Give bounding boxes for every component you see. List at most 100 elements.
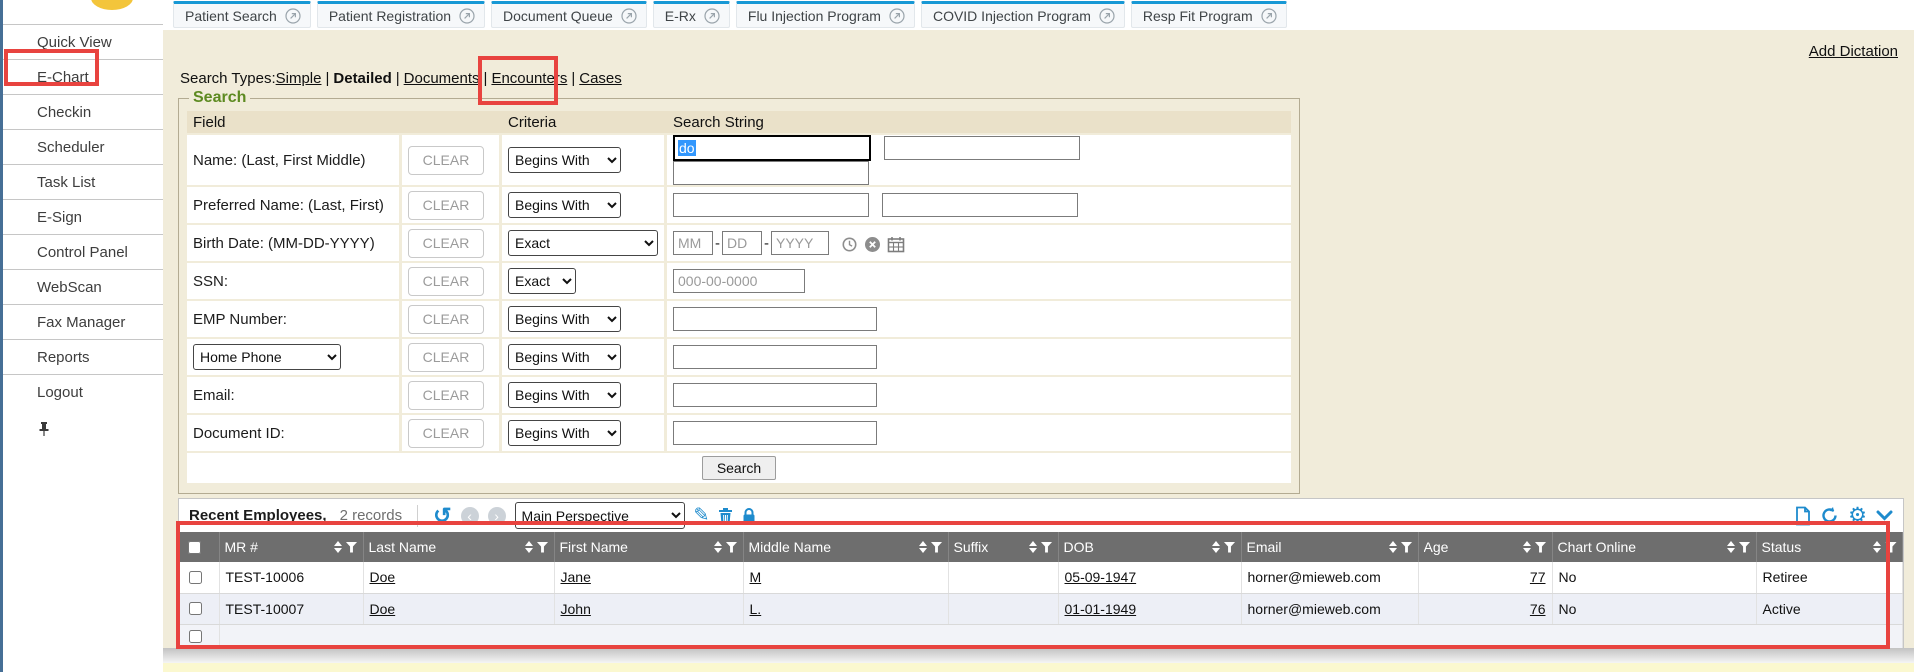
age-link[interactable]: 77 — [1530, 569, 1546, 585]
tab-resp-fit-program[interactable]: Resp Fit Program — [1131, 1, 1287, 28]
column-header-suffix[interactable]: Suffix — [948, 532, 1058, 562]
sidebar-item-e-chart[interactable]: E-Chart — [3, 59, 163, 94]
search-type-detailed[interactable]: Detailed — [333, 70, 391, 87]
popout-icon[interactable] — [621, 8, 637, 24]
clear-button-name[interactable]: CLEAR — [408, 146, 484, 175]
popout-icon[interactable] — [1261, 8, 1277, 24]
birth-year-input[interactable] — [771, 231, 829, 255]
popout-icon[interactable] — [704, 8, 720, 24]
page-previous-icon[interactable]: ‹ — [461, 507, 479, 525]
lock-icon[interactable] — [742, 507, 756, 524]
sidebar-item-quick-view[interactable]: Quick View — [3, 24, 163, 59]
name-search-input-focused[interactable]: do — [673, 135, 871, 161]
delete-perspective-icon[interactable] — [718, 507, 733, 525]
sort-icon[interactable] — [1212, 541, 1220, 553]
first-name-link[interactable]: John — [561, 601, 591, 617]
column-header-dob[interactable]: DOB — [1058, 532, 1241, 562]
sort-icon[interactable] — [1389, 541, 1397, 553]
search-type-encounters[interactable]: Encounters — [491, 70, 567, 87]
criteria-select-emp-number[interactable]: Begins With — [508, 306, 621, 332]
sidebar-pin-toggle[interactable] — [3, 409, 163, 437]
filter-icon[interactable] — [1224, 542, 1236, 553]
clear-button-document-id[interactable]: CLEAR — [408, 419, 484, 448]
search-type-cases[interactable]: Cases — [579, 70, 622, 87]
sidebar-item-task-list[interactable]: Task List — [3, 164, 163, 199]
filter-icon[interactable] — [726, 542, 738, 553]
dob-link[interactable]: 01-01-1949 — [1065, 601, 1137, 617]
middle-name-link[interactable]: L. — [750, 601, 762, 617]
popout-icon[interactable] — [1099, 8, 1115, 24]
calendar-icon[interactable] — [887, 236, 905, 253]
column-header-email[interactable]: Email — [1241, 532, 1418, 562]
filter-icon[interactable] — [1885, 542, 1897, 553]
collapse-chevron-icon[interactable] — [1876, 510, 1893, 521]
filter-icon[interactable] — [1401, 542, 1413, 553]
popout-icon[interactable] — [889, 8, 905, 24]
page-next-icon[interactable]: › — [488, 507, 506, 525]
clear-button-preferred[interactable]: CLEAR — [408, 191, 484, 220]
birth-day-input[interactable] — [722, 231, 762, 255]
age-link[interactable]: 76 — [1530, 601, 1546, 617]
perspective-select[interactable]: Main Perspective — [515, 502, 685, 529]
popout-icon[interactable] — [459, 8, 475, 24]
sort-icon[interactable] — [525, 541, 533, 553]
criteria-select-document-id[interactable]: Begins With — [508, 420, 621, 446]
filter-icon[interactable] — [537, 542, 549, 553]
first-name-link[interactable]: Jane — [561, 569, 591, 585]
undo-icon[interactable]: ↺ — [433, 505, 451, 527]
preferred-search-input-1[interactable] — [673, 193, 869, 217]
criteria-select-name[interactable]: Begins With — [508, 147, 621, 173]
column-header-age[interactable]: Age — [1418, 532, 1552, 562]
new-document-icon[interactable] — [1795, 506, 1811, 526]
sort-icon[interactable] — [1523, 541, 1531, 553]
last-name-link[interactable]: Doe — [370, 569, 396, 585]
sort-icon[interactable] — [1873, 541, 1881, 553]
name-search-input-2[interactable] — [884, 136, 1080, 160]
sidebar-item-fax-manager[interactable]: Fax Manager — [3, 304, 163, 339]
criteria-select-preferred[interactable]: Begins With — [508, 192, 621, 218]
column-header-mr[interactable]: MR # — [219, 532, 363, 562]
document-id-input[interactable] — [673, 421, 877, 445]
sidebar-item-webscan[interactable]: WebScan — [3, 269, 163, 304]
sort-icon[interactable] — [919, 541, 927, 553]
table-row[interactable]: TEST-10007 Doe John L. 01-01-1949 horner… — [179, 593, 1903, 624]
popout-icon[interactable] — [285, 8, 301, 24]
clear-button-phone[interactable]: CLEAR — [408, 343, 484, 372]
emp-number-input[interactable] — [673, 307, 877, 331]
sort-icon[interactable] — [334, 541, 342, 553]
sort-icon[interactable] — [1727, 541, 1735, 553]
clear-button-birth-date[interactable]: CLEAR — [408, 229, 484, 258]
sort-icon[interactable] — [1029, 541, 1037, 553]
tab-document-queue[interactable]: Document Queue — [491, 1, 647, 28]
last-name-link[interactable]: Doe — [370, 601, 396, 617]
clear-button-ssn[interactable]: CLEAR — [408, 267, 484, 296]
dob-link[interactable]: 05-09-1947 — [1065, 569, 1137, 585]
clock-icon[interactable] — [841, 236, 858, 253]
settings-gear-icon[interactable]: ⚙ — [1848, 505, 1867, 526]
clear-date-icon[interactable] — [864, 236, 881, 253]
criteria-select-phone[interactable]: Begins With — [508, 344, 621, 370]
sidebar-item-checkin[interactable]: Checkin — [3, 94, 163, 129]
search-submit-button[interactable]: Search — [702, 456, 776, 480]
email-input[interactable] — [673, 383, 877, 407]
sidebar-item-scheduler[interactable]: Scheduler — [3, 129, 163, 164]
tab-patient-registration[interactable]: Patient Registration — [317, 1, 485, 28]
filter-icon[interactable] — [931, 542, 943, 553]
search-type-documents[interactable]: Documents — [404, 70, 480, 87]
preferred-search-input-2[interactable] — [882, 193, 1078, 217]
tab-e-rx[interactable]: E-Rx — [653, 1, 730, 28]
criteria-select-birth-date[interactable]: Exact — [508, 230, 658, 256]
column-header-chart-online[interactable]: Chart Online — [1552, 532, 1756, 562]
sidebar-item-reports[interactable]: Reports — [3, 339, 163, 374]
column-header-last-name[interactable]: Last Name — [363, 532, 554, 562]
ssn-input[interactable] — [673, 269, 805, 293]
clear-button-email[interactable]: CLEAR — [408, 381, 484, 410]
tab-patient-search[interactable]: Patient Search — [173, 1, 311, 28]
filter-icon[interactable] — [1535, 542, 1547, 553]
search-type-simple[interactable]: Simple — [276, 70, 322, 87]
birth-month-input[interactable] — [673, 231, 713, 255]
sidebar-item-control-panel[interactable]: Control Panel — [3, 234, 163, 269]
filter-icon[interactable] — [1041, 542, 1053, 553]
edit-perspective-icon[interactable]: ✎ — [694, 506, 710, 525]
column-header-first-name[interactable]: First Name — [554, 532, 743, 562]
